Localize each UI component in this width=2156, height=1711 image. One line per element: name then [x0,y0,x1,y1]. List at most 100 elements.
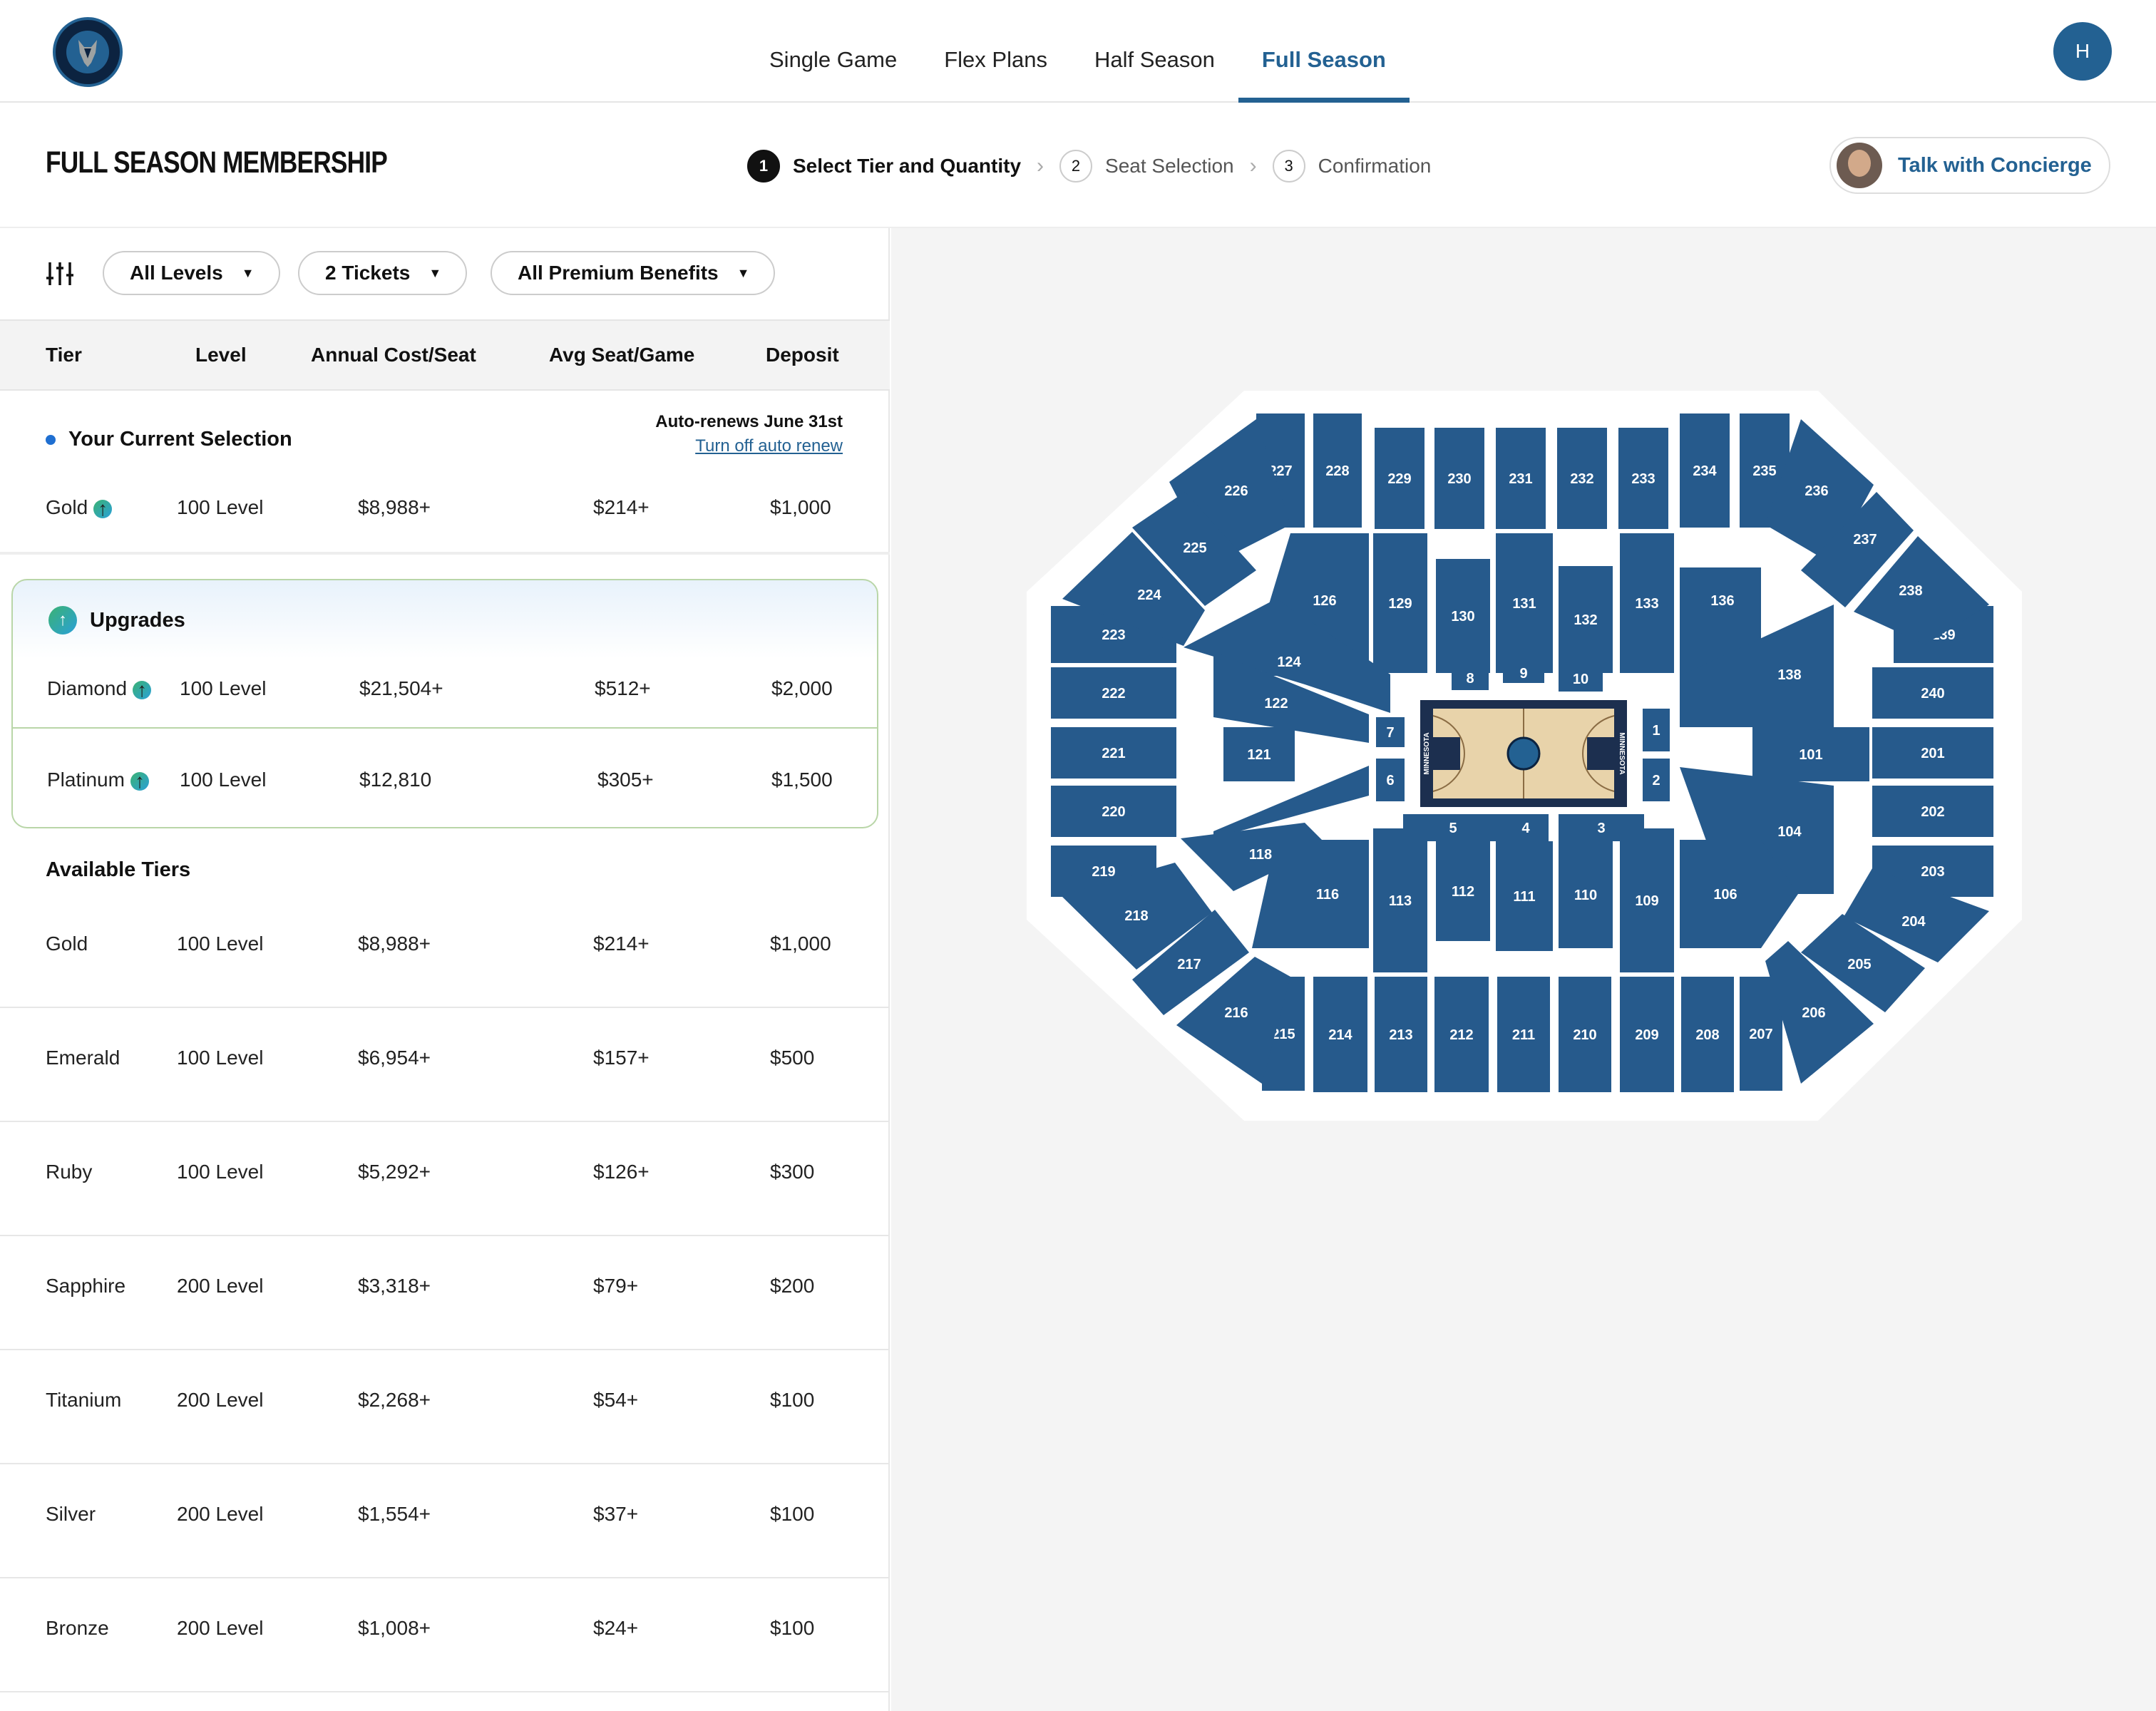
section-230[interactable]: 230 [1434,428,1484,529]
section-201[interactable]: 201 [1872,727,1993,779]
section-131[interactable]: 131 [1496,533,1553,673]
section-10[interactable]: 10 [1559,666,1603,692]
benefits-dropdown[interactable]: All Premium Benefits ▼ [491,251,776,295]
section-label: 120 [1264,788,1288,804]
section-3[interactable]: 3 [1559,814,1644,841]
tier-name-cell: Emerald [46,1047,120,1069]
concierge-label: Talk with Concierge [1898,153,2092,177]
table-row[interactable]: Emerald 100 Level $6,954+ $157+ $500 [0,1008,890,1122]
section-112[interactable]: 112 [1436,841,1490,941]
page-title: FULL SEASON MEMBERSHIP [46,145,388,180]
section-212[interactable]: 212 [1434,977,1489,1092]
step-confirmation[interactable]: 3 Confirmation [1272,150,1431,183]
section-210[interactable]: 210 [1559,977,1611,1092]
deposit-cell: $200 [770,1275,815,1297]
table-row[interactable]: Gold 100 Level $8,988+ $214+ $1,000 [0,894,890,1008]
section-8[interactable]: 8 [1452,666,1489,690]
upgrades-section: ↑ Upgrades Diamond ↑ 100 Level $21,504+ $… [11,579,878,828]
section-228[interactable]: 228 [1313,413,1362,528]
section-234[interactable]: 234 [1680,413,1730,528]
tickets-dropdown[interactable]: 2 Tickets ▼ [298,251,468,295]
avg-seat-cell: $157+ [593,1047,650,1069]
autorenew-info: Auto-renews June 31st Turn off auto rene… [655,412,843,456]
section-label: 106 [1713,887,1737,903]
section-label: 209 [1635,1027,1658,1043]
table-row[interactable]: Sapphire 200 Level $3,318+ $79+ $200 [0,1236,890,1350]
section-101[interactable]: 101 [1752,727,1869,781]
section-220[interactable]: 220 [1051,786,1176,837]
column-header-tier[interactable]: Tier [46,344,82,366]
talk-with-concierge-button[interactable]: Talk with Concierge [1829,137,2110,194]
section-113[interactable]: 113 [1373,828,1427,972]
section-214[interactable]: 214 [1313,977,1367,1092]
section-109[interactable]: 109 [1620,828,1674,972]
section-231[interactable]: 231 [1496,428,1546,529]
section-6[interactable]: 6 [1376,759,1405,801]
tab-flex-plans[interactable]: Flex Plans [920,0,1071,103]
tier-name-cell: Diamond ↑ [47,677,152,700]
section-121[interactable]: 121 [1223,727,1295,781]
tab-full-season[interactable]: Full Season [1238,0,1410,103]
section-240[interactable]: 240 [1872,667,1993,719]
upgrade-arrow-icon: ↑ [133,679,152,699]
step-label: Seat Selection [1105,155,1234,177]
current-selection: Your Current Selection Auto-renews June … [0,391,890,555]
section-211[interactable]: 211 [1497,977,1550,1092]
user-avatar[interactable]: H [2053,22,2112,81]
court-sideline-text: MINNESOTA [1423,732,1431,774]
section-label: 3 [1597,821,1605,836]
section-232[interactable]: 232 [1557,428,1607,529]
step-select-tier[interactable]: 1 Select Tier and Quantity [747,150,1021,183]
section-132[interactable]: 132 [1559,566,1613,673]
section-7[interactable]: 7 [1376,717,1405,747]
section-4[interactable]: 4 [1503,814,1549,841]
column-header-level[interactable]: Level [195,344,247,366]
section-221[interactable]: 221 [1051,727,1176,779]
deposit-cell: $300 [770,1161,815,1183]
section-111[interactable]: 111 [1496,841,1553,951]
tab-half-season[interactable]: Half Season [1071,0,1238,103]
column-header-avg-seat[interactable]: Avg Seat/Game [549,344,694,366]
section-202[interactable]: 202 [1872,786,1993,837]
section-222[interactable]: 222 [1051,667,1176,719]
timberwolves-logo[interactable] [53,17,123,87]
section-9[interactable]: 9 [1503,663,1544,683]
section-label: 205 [1847,957,1871,972]
section-label: 112 [1452,884,1474,900]
levels-dropdown[interactable]: All Levels ▼ [103,251,280,295]
section-2[interactable]: 2 [1643,759,1670,801]
section-5[interactable]: 5 [1403,814,1503,841]
level-cell: 100 Level [177,1047,264,1069]
table-row[interactable]: Bronze 200 Level $1,008+ $24+ $100 [0,1578,890,1692]
table-row[interactable]: Ruby 100 Level $5,292+ $126+ $300 [0,1122,890,1236]
column-header-deposit[interactable]: Deposit [766,344,839,366]
section-label: 2 [1652,773,1660,788]
annual-cost-cell: $8,988+ [358,496,431,518]
column-header-annual-cost[interactable]: Annual Cost/Seat [311,344,476,366]
section-label: 226 [1224,483,1248,499]
section-110[interactable]: 110 [1559,841,1613,948]
section-1[interactable]: 1 [1643,709,1670,751]
section-213[interactable]: 213 [1375,977,1427,1092]
table-row[interactable]: Titanium 200 Level $2,268+ $54+ $100 [0,1350,890,1464]
section-130[interactable]: 130 [1436,559,1490,673]
section-229[interactable]: 229 [1375,428,1424,529]
table-row[interactable]: Silver 200 Level $1,554+ $37+ $100 [0,1464,890,1578]
section-209[interactable]: 209 [1620,977,1674,1092]
deposit-cell: $100 [770,1503,815,1525]
tab-single-game[interactable]: Single Game [746,0,920,103]
section-label: 221 [1102,746,1125,761]
turn-off-autorenew-link[interactable]: Turn off auto renew [655,436,843,456]
avg-seat-cell: $305+ [597,769,654,791]
section-label: 229 [1387,471,1411,487]
section-233[interactable]: 233 [1618,428,1668,529]
section-129[interactable]: 129 [1373,533,1427,673]
level-cell: 200 Level [177,1275,264,1297]
section-133[interactable]: 133 [1620,533,1674,673]
section-208[interactable]: 208 [1681,977,1734,1092]
filter-sliders-icon[interactable] [46,260,74,288]
wolf-icon [66,31,109,73]
step-seat-selection[interactable]: 2 Seat Selection [1059,150,1234,183]
section-label: 131 [1512,596,1536,612]
tier-name-cell: Silver [46,1503,96,1525]
